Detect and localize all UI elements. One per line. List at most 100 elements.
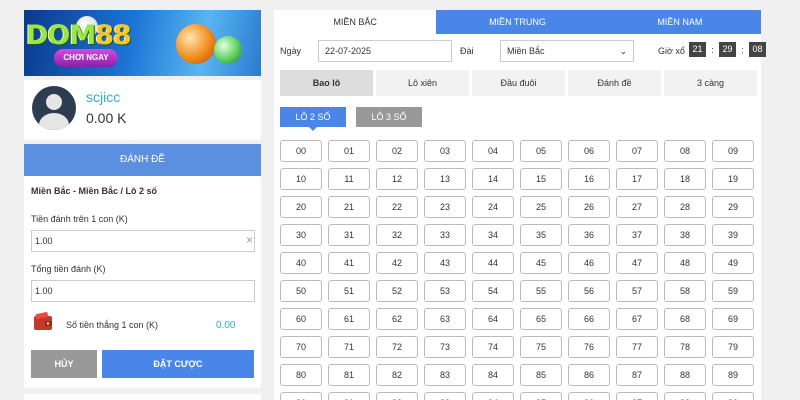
number-cell[interactable]: 05 — [520, 140, 562, 162]
date-input[interactable]: 22-07-2025 — [318, 40, 452, 62]
number-cell[interactable]: 11 — [328, 168, 370, 190]
number-cell[interactable]: 46 — [568, 252, 610, 274]
number-cell[interactable]: 42 — [376, 252, 418, 274]
number-cell[interactable]: 91 — [328, 392, 370, 400]
number-cell[interactable]: 25 — [520, 196, 562, 218]
number-cell[interactable]: 50 — [280, 280, 322, 302]
tab-bao-lo[interactable]: Bao lô — [280, 70, 373, 96]
number-cell[interactable]: 20 — [280, 196, 322, 218]
number-cell[interactable]: 90 — [280, 392, 322, 400]
number-cell[interactable]: 18 — [664, 168, 706, 190]
number-cell[interactable]: 44 — [472, 252, 514, 274]
number-cell[interactable]: 28 — [664, 196, 706, 218]
number-cell[interactable]: 95 — [520, 392, 562, 400]
number-cell[interactable]: 79 — [712, 336, 754, 358]
number-cell[interactable]: 66 — [568, 308, 610, 330]
number-cell[interactable]: 23 — [424, 196, 466, 218]
number-cell[interactable]: 73 — [424, 336, 466, 358]
number-cell[interactable]: 81 — [328, 364, 370, 386]
number-cell[interactable]: 80 — [280, 364, 322, 386]
number-cell[interactable]: 93 — [424, 392, 466, 400]
tab-lo-3-so[interactable]: LÔ 3 SỐ — [356, 107, 422, 127]
number-cell[interactable]: 62 — [376, 308, 418, 330]
number-cell[interactable]: 35 — [520, 224, 562, 246]
number-cell[interactable]: 38 — [664, 224, 706, 246]
number-cell[interactable]: 29 — [712, 196, 754, 218]
number-cell[interactable]: 71 — [328, 336, 370, 358]
number-cell[interactable]: 52 — [376, 280, 418, 302]
number-cell[interactable]: 47 — [616, 252, 658, 274]
number-cell[interactable]: 10 — [280, 168, 322, 190]
number-cell[interactable]: 96 — [568, 392, 610, 400]
number-cell[interactable]: 74 — [472, 336, 514, 358]
number-cell[interactable]: 89 — [712, 364, 754, 386]
number-cell[interactable]: 85 — [520, 364, 562, 386]
number-cell[interactable]: 41 — [328, 252, 370, 274]
number-cell[interactable]: 09 — [712, 140, 754, 162]
number-cell[interactable]: 72 — [376, 336, 418, 358]
number-cell[interactable]: 26 — [568, 196, 610, 218]
number-cell[interactable]: 78 — [664, 336, 706, 358]
number-cell[interactable]: 39 — [712, 224, 754, 246]
number-cell[interactable]: 60 — [280, 308, 322, 330]
number-cell[interactable]: 16 — [568, 168, 610, 190]
tab-danh-de[interactable]: Đánh đề — [568, 70, 661, 96]
number-cell[interactable]: 21 — [328, 196, 370, 218]
tab-lo-2-so[interactable]: LÔ 2 SỐ — [280, 107, 346, 131]
cancel-button[interactable]: HỦY — [31, 350, 97, 378]
number-cell[interactable]: 12 — [376, 168, 418, 190]
number-cell[interactable]: 08 — [664, 140, 706, 162]
number-cell[interactable]: 48 — [664, 252, 706, 274]
number-cell[interactable]: 67 — [616, 308, 658, 330]
number-cell[interactable]: 57 — [616, 280, 658, 302]
number-cell[interactable]: 02 — [376, 140, 418, 162]
tab-mien-trung[interactable]: MIỀN TRUNG — [436, 10, 599, 34]
tab-mien-bac[interactable]: MIỀN BẮC — [274, 10, 437, 34]
number-cell[interactable]: 84 — [472, 364, 514, 386]
number-cell[interactable]: 86 — [568, 364, 610, 386]
number-cell[interactable]: 04 — [472, 140, 514, 162]
number-cell[interactable]: 15 — [520, 168, 562, 190]
number-cell[interactable]: 07 — [616, 140, 658, 162]
number-cell[interactable]: 83 — [424, 364, 466, 386]
number-cell[interactable]: 43 — [424, 252, 466, 274]
number-cell[interactable]: 65 — [520, 308, 562, 330]
number-cell[interactable]: 45 — [520, 252, 562, 274]
place-bet-button[interactable]: ĐẶT CƯỢC — [102, 350, 254, 378]
station-select[interactable]: Miền Bắc ⌄ — [500, 40, 634, 62]
number-cell[interactable]: 59 — [712, 280, 754, 302]
tab-3-cang[interactable]: 3 càng — [664, 70, 757, 96]
tab-dau-duoi[interactable]: Đầu đuôi — [472, 70, 565, 96]
number-cell[interactable]: 03 — [424, 140, 466, 162]
number-cell[interactable]: 94 — [472, 392, 514, 400]
number-cell[interactable]: 56 — [568, 280, 610, 302]
number-cell[interactable]: 13 — [424, 168, 466, 190]
number-cell[interactable]: 24 — [472, 196, 514, 218]
number-cell[interactable]: 61 — [328, 308, 370, 330]
number-cell[interactable]: 77 — [616, 336, 658, 358]
tab-lo-xien[interactable]: Lô xiên — [376, 70, 469, 96]
number-cell[interactable]: 31 — [328, 224, 370, 246]
number-cell[interactable]: 92 — [376, 392, 418, 400]
number-cell[interactable]: 82 — [376, 364, 418, 386]
number-cell[interactable]: 49 — [712, 252, 754, 274]
number-cell[interactable]: 53 — [424, 280, 466, 302]
number-cell[interactable]: 54 — [472, 280, 514, 302]
number-cell[interactable]: 70 — [280, 336, 322, 358]
number-cell[interactable]: 06 — [568, 140, 610, 162]
number-cell[interactable]: 36 — [568, 224, 610, 246]
tab-mien-nam[interactable]: MIỀN NAM — [598, 10, 761, 34]
number-cell[interactable]: 63 — [424, 308, 466, 330]
number-cell[interactable]: 76 — [568, 336, 610, 358]
number-cell[interactable]: 00 — [280, 140, 322, 162]
number-cell[interactable]: 98 — [664, 392, 706, 400]
number-cell[interactable]: 19 — [712, 168, 754, 190]
number-cell[interactable]: 30 — [280, 224, 322, 246]
per-unit-input[interactable]: 1.00 — [31, 230, 255, 252]
number-cell[interactable]: 32 — [376, 224, 418, 246]
number-cell[interactable]: 34 — [472, 224, 514, 246]
number-cell[interactable]: 14 — [472, 168, 514, 190]
number-cell[interactable]: 75 — [520, 336, 562, 358]
number-cell[interactable]: 17 — [616, 168, 658, 190]
number-cell[interactable]: 97 — [616, 392, 658, 400]
